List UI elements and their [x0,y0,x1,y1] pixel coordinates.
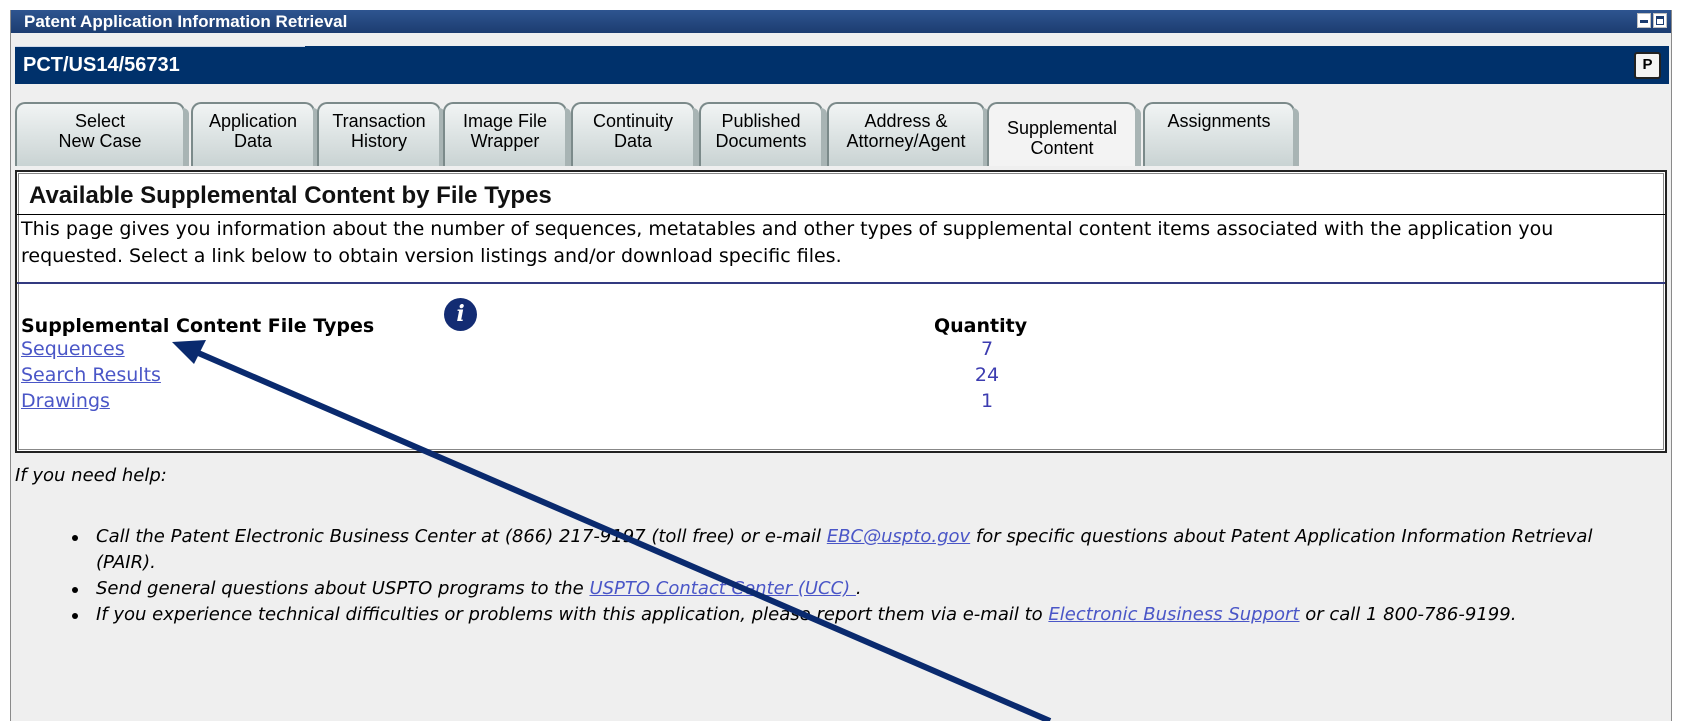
quantity-value: 24 [974,364,1000,386]
quantity-value: 7 [980,338,994,360]
supplemental-content-panel: Available Supplemental Content by File T… [15,170,1667,453]
tab-continuity-data[interactable]: Continuity Data [571,102,699,166]
tab-label-line2: Wrapper [470,131,540,151]
tab-label-line2: Documents [715,131,807,151]
file-type-link-search-results[interactable]: Search Results [21,364,161,386]
tab-bar: Select New Case Application Data Transac… [15,102,1325,166]
help-list: Call the Patent Electronic Business Cent… [72,524,1641,628]
divider [17,282,1665,284]
page-description: This page gives you information about th… [21,218,1554,267]
file-types-header: Supplemental Content File Types [21,315,375,337]
help-label: If you need help: [15,465,167,486]
tab-application-data[interactable]: Application Data [191,102,319,166]
page-title: Available Supplemental Content by File T… [29,182,552,209]
tab-assignments[interactable]: Assignments [1143,102,1299,166]
tab-label-line1: Assignments [1167,111,1271,131]
tab-address-attorney-agent[interactable]: Address & Attorney/Agent [827,102,989,166]
maximize-icon[interactable] [1653,13,1667,28]
tab-select-new-case[interactable]: Select New Case [15,102,189,166]
tab-shadow [1135,108,1141,166]
quantity-header: Quantity [934,315,1028,337]
file-type-link-drawings[interactable]: Drawings [21,390,110,412]
divider [17,214,1665,215]
ucc-link[interactable]: USPTO Contact Center (UCC) [589,578,855,599]
tab-label-line2: Data [233,131,273,151]
tab-shadow [1293,108,1299,166]
window-title-bar: Patent Application Information Retrieval [11,10,1671,33]
tab-label-line1: Published [721,111,801,131]
tab-label-line1: Transaction [332,111,426,131]
app-window: Patent Application Information Retrieval… [10,10,1672,721]
window-controls [1637,13,1667,28]
tab-label-line2: History [350,131,407,151]
tab-label-line1: Image File [462,111,548,131]
tab-supplemental-content[interactable]: Supplemental Content [987,102,1141,166]
quantity-value: 1 [980,390,994,412]
help-item: Call the Patent Electronic Business Cent… [72,524,1641,576]
window-title: Patent Application Information Retrieval [24,12,348,31]
electronic-business-support-link[interactable]: Electronic Business Support [1048,604,1299,625]
help-item: If you experience technical difficulties… [72,602,1641,628]
tab-label-line1: Application [208,111,298,131]
pdf-icon[interactable]: P [1634,52,1661,79]
minimize-icon[interactable] [1637,13,1651,28]
file-type-link-sequences[interactable]: Sequences [21,338,125,360]
help-text: If you experience technical difficulties… [96,604,1049,625]
help-item: Send general questions about USPTO progr… [72,576,1641,602]
tab-label-line2: Content [1030,138,1094,158]
tab-label-line1: Address & [864,111,948,131]
help-text: or call 1 800-786-9199. [1299,604,1517,625]
info-icon[interactable]: i [444,298,477,331]
case-bar-highlight [15,46,305,47]
tab-label-line2: Attorney/Agent [846,131,966,151]
tab-published-documents[interactable]: Published Documents [699,102,827,166]
help-text: Call the Patent Electronic Business Cent… [96,526,827,547]
tab-shadow [183,108,189,166]
tab-image-file-wrapper[interactable]: Image File Wrapper [443,102,571,166]
case-number: PCT/US14/56731 [23,54,180,76]
tab-label-line2: Data [613,131,653,151]
help-text: Send general questions about USPTO progr… [96,578,590,599]
tab-label-line1: Select [74,111,126,131]
tab-label-line1: Supplemental [1006,118,1118,138]
case-number-bar: PCT/US14/56731 P [15,46,1669,84]
ebc-email-link[interactable]: EBC@uspto.gov [827,526,970,547]
tab-label-line1: Continuity [592,111,674,131]
tab-label-line2: New Case [58,131,142,151]
tab-transaction-history[interactable]: Transaction History [317,102,445,166]
help-text: . [855,578,862,599]
